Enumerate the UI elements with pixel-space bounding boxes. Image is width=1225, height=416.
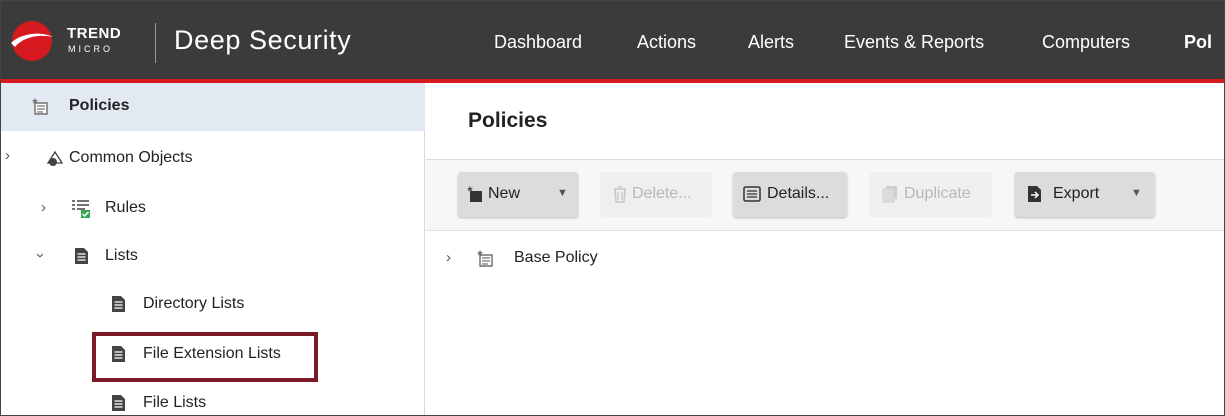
new-button[interactable]: New ▼ [458, 172, 578, 217]
document-icon [112, 296, 125, 312]
sidebar-item-policies[interactable]: Policies [1, 83, 425, 131]
delete-button-label: Delete... [632, 185, 692, 202]
sidebar-item-directory-lists[interactable]: Directory Lists [1, 281, 425, 329]
new-button-label: New [488, 185, 521, 202]
chevron-down-icon[interactable]: › [32, 253, 49, 258]
sidebar-item-common-objects[interactable]: › Common Objects [1, 135, 425, 183]
chevron-right-icon[interactable]: › [446, 249, 451, 266]
sidebar-item-label: Directory Lists [143, 295, 245, 312]
sidebar-item-lists[interactable]: › Lists [1, 233, 425, 281]
trash-icon [614, 186, 626, 203]
logo-swoosh-icon [11, 33, 53, 47]
nav-actions[interactable]: Actions [637, 32, 696, 53]
top-navigation-bar: TREND MICRO Deep Security Dashboard Acti… [1, 1, 1224, 83]
toolbar: New ▼ Delete... Details... Duplicate Exp… [426, 160, 1224, 231]
document-icon [112, 395, 125, 411]
page-title: Policies [468, 109, 548, 132]
brand-vendor-top: TREND [67, 25, 122, 42]
details-button-label: Details... [767, 185, 830, 202]
brand-vendor-bottom: MICRO [68, 44, 113, 54]
sidebar-item-rules[interactable]: › Rules [1, 185, 425, 233]
brand-divider [155, 23, 156, 63]
sidebar-item-label: Policies [69, 97, 130, 114]
duplicate-icon [882, 186, 897, 203]
export-icon [1028, 186, 1041, 202]
sidebar-item-label: Common Objects [69, 149, 193, 166]
dropdown-caret-icon: ▼ [557, 187, 568, 199]
sidebar-item-label: File Lists [143, 394, 207, 411]
sidebar-item-label: Lists [105, 247, 138, 264]
duplicate-button[interactable]: Duplicate [870, 172, 992, 217]
product-title: Deep Security [174, 25, 352, 55]
details-button[interactable]: Details... [733, 172, 847, 217]
sidebar-item-file-lists[interactable]: File Lists [1, 380, 425, 415]
chevron-right-icon[interactable]: › [41, 199, 46, 216]
sidebar: Policies › Common Objects › Rules › List… [1, 83, 425, 415]
export-button-label: Export [1053, 185, 1100, 202]
delete-button[interactable]: Delete... [600, 172, 712, 217]
nav-computers[interactable]: Computers [1042, 32, 1130, 53]
highlight-annotation-box [92, 332, 318, 382]
dropdown-caret-icon: ▼ [1131, 187, 1142, 199]
nav-alerts[interactable]: Alerts [748, 32, 794, 53]
policy-icon [477, 250, 493, 267]
chevron-down-icon[interactable]: › [5, 147, 10, 164]
rules-icon [72, 200, 90, 218]
nav-policies[interactable]: Pol [1184, 32, 1212, 53]
nav-events-reports[interactable]: Events & Reports [844, 32, 984, 53]
new-policy-icon [467, 186, 482, 202]
app-window: TREND MICRO Deep Security Dashboard Acti… [0, 0, 1225, 416]
duplicate-button-label: Duplicate [904, 185, 971, 202]
shapes-icon [46, 150, 64, 166]
main-panel: Policies New ▼ Delete... Details... Dupl… [426, 83, 1224, 415]
details-list-icon [743, 186, 761, 202]
nav-dashboard[interactable]: Dashboard [494, 32, 582, 53]
document-icon [75, 248, 88, 264]
export-button[interactable]: Export ▼ [1015, 172, 1155, 217]
tree-row-label: Base Policy [514, 249, 598, 266]
sidebar-item-label: Rules [105, 199, 146, 216]
policy-icon [32, 98, 48, 115]
tree-row-base-policy[interactable]: › Base Policy [426, 239, 1224, 279]
